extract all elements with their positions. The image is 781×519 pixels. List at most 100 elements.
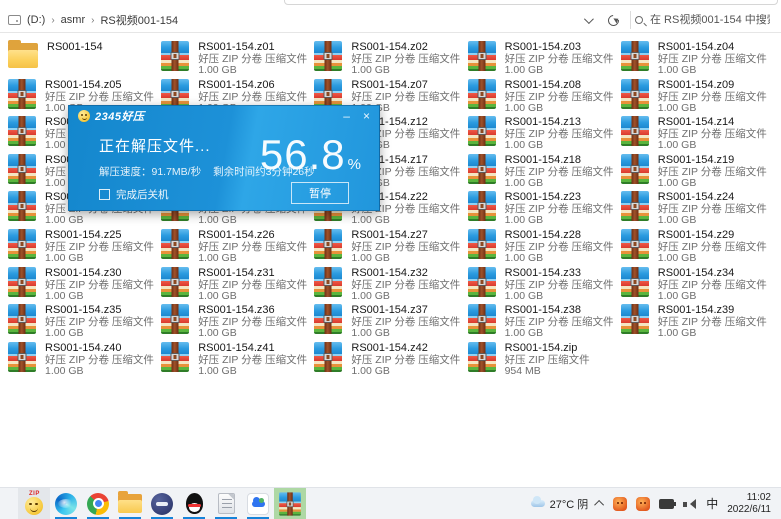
haozip-archive-icon (468, 154, 496, 184)
tray-device-icon[interactable] (659, 499, 674, 509)
file-size-label: 1.00 GB (658, 328, 767, 339)
file-item[interactable]: RS001-154.z33 好压 ZIP 分卷 压缩文件 1.00 GB (468, 266, 621, 304)
taskbar-button-baidu-netdisk[interactable] (242, 488, 274, 519)
weather-cloud-icon (531, 500, 545, 507)
taskbar-pinned-icons: ZIP (18, 488, 306, 519)
taskbar: ZIP (0, 487, 781, 519)
file-item[interactable]: RS001-154.z41 好压 ZIP 分卷 压缩文件 1.00 GB (161, 341, 314, 379)
edge-icon (55, 493, 77, 515)
file-explorer-icon (118, 494, 142, 513)
address-dropdown-button[interactable] (574, 10, 600, 30)
pause-button[interactable]: 暂停 (291, 182, 349, 204)
file-size-label: 1.00 GB (198, 215, 307, 226)
file-item[interactable]: RS001-154.z24 好压 ZIP 分卷 压缩文件 1.00 GB (621, 190, 774, 228)
address-bar: (D:) › asmr › RS视频001-154 (0, 8, 781, 32)
file-item[interactable]: RS001-154.z23 好压 ZIP 分卷 压缩文件 1.00 GB (468, 190, 621, 228)
file-item[interactable]: RS001-154.z04 好压 ZIP 分卷 压缩文件 1.00 GB (621, 40, 774, 78)
file-item[interactable]: RS001-154.z37 好压 ZIP 分卷 压缩文件 1.00 GB (314, 303, 467, 341)
file-item[interactable]: RS001-154.z02 好压 ZIP 分卷 压缩文件 1.00 GB (314, 40, 467, 78)
file-item[interactable]: RS001-154.z39 好压 ZIP 分卷 压缩文件 1.00 GB (621, 303, 774, 341)
file-item[interactable]: RS001-154.z03 好压 ZIP 分卷 压缩文件 1.00 GB (468, 40, 621, 78)
file-item[interactable]: RS001-154.z32 好压 ZIP 分卷 压缩文件 1.00 GB (314, 266, 467, 304)
file-item[interactable]: RS001-154.zip 好压 ZIP 压缩文件 954 MB (468, 341, 621, 379)
file-item[interactable]: RS001-154.z30 好压 ZIP 分卷 压缩文件 1.00 GB (8, 266, 161, 304)
file-size-label: 1.00 GB (198, 291, 307, 302)
haozip-archive-icon (314, 267, 342, 297)
file-size-label: 1.00 GB (658, 103, 767, 114)
chrome-icon (87, 493, 109, 515)
breadcrumb-segment-asmr[interactable]: asmr (61, 14, 85, 26)
file-item[interactable]: RS001-154.z42 好压 ZIP 分卷 压缩文件 1.00 GB (314, 341, 467, 379)
taskbar-button-circle-player-app[interactable] (146, 488, 178, 519)
file-item[interactable]: RS001-154.z27 好压 ZIP 分卷 压缩文件 1.00 GB (314, 228, 467, 266)
file-size-label: 1.00 GB (658, 65, 767, 76)
file-item[interactable]: RS001-154.z09 好压 ZIP 分卷 压缩文件 1.00 GB (621, 78, 774, 116)
file-size-label: 1.00 GB (351, 291, 460, 302)
file-size-label: 1.00 GB (505, 291, 614, 302)
taskbar-button-edge[interactable] (50, 488, 82, 519)
taskbar-button-notepad[interactable] (210, 488, 242, 519)
file-item[interactable]: RS001-154.z38 好压 ZIP 分卷 压缩文件 1.00 GB (468, 303, 621, 341)
haozip-archive-icon (468, 229, 496, 259)
shutdown-checkbox-row[interactable]: 完成后关机 (99, 187, 169, 202)
tray-app-icon-1[interactable] (613, 497, 627, 511)
file-item[interactable]: RS001-154.z26 好压 ZIP 分卷 压缩文件 1.00 GB (161, 228, 314, 266)
file-item[interactable]: RS001-154.z31 好压 ZIP 分卷 压缩文件 1.00 GB (161, 266, 314, 304)
file-item[interactable]: RS001-154.z35 好压 ZIP 分卷 压缩文件 1.00 GB (8, 303, 161, 341)
refresh-button[interactable] (600, 10, 626, 30)
file-item[interactable]: RS001-154.z25 好压 ZIP 分卷 压缩文件 1.00 GB (8, 228, 161, 266)
file-item[interactable]: RS001-154.z40 好压 ZIP 分卷 压缩文件 1.00 GB (8, 341, 161, 379)
file-item[interactable]: RS001-154.z34 好压 ZIP 分卷 压缩文件 1.00 GB (621, 266, 774, 304)
file-size-label: 1.00 GB (351, 215, 460, 226)
haozip-archive-icon (314, 229, 342, 259)
file-item[interactable]: RS001-154.z14 好压 ZIP 分卷 压缩文件 1.00 GB (621, 115, 774, 153)
file-type-label: 好压 ZIP 分卷 压缩文件 (658, 92, 767, 103)
haozip-archive-icon (468, 79, 496, 109)
file-item[interactable]: RS001-154 (8, 40, 161, 78)
file-item[interactable]: RS001-154.z01 好压 ZIP 分卷 压缩文件 1.00 GB (161, 40, 314, 78)
circle-player-app-icon (151, 493, 173, 515)
taskbar-button-haozip-archive[interactable] (274, 488, 306, 519)
extract-percent-unit: % (348, 156, 361, 173)
dialog-titlebar[interactable]: 2345好压 – × (69, 106, 379, 126)
breadcrumb-drive[interactable]: (D:) (27, 14, 45, 26)
file-size-label: 1.00 GB (351, 253, 460, 264)
file-size-label: 1.00 GB (45, 291, 154, 302)
taskbar-button-chrome[interactable] (82, 488, 114, 519)
taskbar-button-haozip-smiley[interactable]: ZIP (18, 488, 50, 519)
file-item[interactable]: RS001-154.z29 好压 ZIP 分卷 压缩文件 1.00 GB (621, 228, 774, 266)
file-type-label: 好压 ZIP 分卷 压缩文件 (505, 280, 614, 291)
haozip-archive-icon (8, 229, 36, 259)
taskbar-button-qq[interactable] (178, 488, 210, 519)
breadcrumb-segment-folder[interactable]: RS视频001-154 (100, 12, 178, 28)
taskbar-button-file-explorer[interactable] (114, 488, 146, 519)
tray-app-icon-2[interactable] (636, 497, 650, 511)
haozip-archive-icon (8, 191, 36, 221)
haozip-archive-icon (314, 41, 342, 71)
volume-icon[interactable] (683, 498, 697, 510)
file-item[interactable]: RS001-154.z19 好压 ZIP 分卷 压缩文件 1.00 GB (621, 153, 774, 191)
file-name: RS001-154.z08 (505, 79, 614, 92)
ime-indicator[interactable]: 中 (706, 495, 718, 512)
search-input[interactable] (650, 14, 770, 26)
haozip-archive-icon (621, 267, 649, 297)
minimize-button[interactable]: – (343, 110, 350, 122)
dialog-app-title: 2345好压 (95, 108, 144, 124)
file-size-label: 1.00 GB (351, 328, 460, 339)
file-name: RS001-154.z41 (198, 342, 307, 355)
shutdown-checkbox[interactable] (99, 189, 110, 200)
tray-expand-chevron-icon[interactable] (594, 500, 604, 510)
file-item[interactable]: RS001-154.z18 好压 ZIP 分卷 压缩文件 1.00 GB (468, 153, 621, 191)
file-item[interactable]: RS001-154.z08 好压 ZIP 分卷 压缩文件 1.00 GB (468, 78, 621, 116)
search-box[interactable] (635, 14, 775, 26)
file-item[interactable]: RS001-154.z28 好压 ZIP 分卷 压缩文件 1.00 GB (468, 228, 621, 266)
file-item[interactable]: RS001-154.z13 好压 ZIP 分卷 压缩文件 1.00 GB (468, 115, 621, 153)
file-item[interactable]: RS001-154.z36 好压 ZIP 分卷 压缩文件 1.00 GB (161, 303, 314, 341)
close-button[interactable]: × (363, 110, 370, 122)
file-name: RS001-154.z40 (45, 342, 154, 355)
baidu-netdisk-icon (247, 493, 269, 515)
file-name: RS001-154.z42 (351, 342, 460, 355)
file-size-label: 1.00 GB (351, 65, 460, 76)
weather-widget[interactable]: 27°C 阴 (531, 496, 589, 512)
clock-widget[interactable]: 11:02 2022/6/11 (727, 492, 771, 516)
